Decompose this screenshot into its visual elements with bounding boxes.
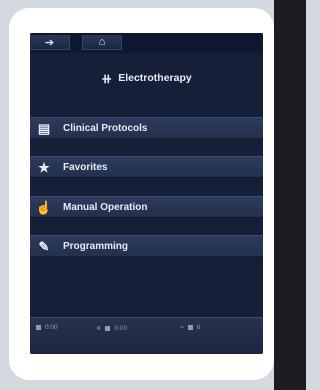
menu-item-favorites[interactable]: ★ Favorites	[30, 156, 263, 178]
channel-indicator-icon	[105, 325, 111, 331]
electrodes-icon: ⧺	[101, 70, 113, 86]
page-title: Electrotherapy	[118, 72, 192, 84]
app-screen: ➔ ⌂ ⧺ Electrotherapy ▤ Clinical Protocol…	[30, 33, 263, 354]
menu-item-programming[interactable]: ✎ Programming	[30, 235, 263, 257]
menu-item-label: Clinical Protocols	[63, 122, 148, 134]
star-icon: ★	[38, 159, 50, 175]
device-frame: ➔ ⌂ ⧺ Electrotherapy ▤ Clinical Protocol…	[9, 8, 274, 380]
channel-3-status[interactable]: ≈ 6	[180, 324, 200, 331]
channel-2-time: 0:00	[114, 324, 128, 332]
edit-document-icon: ✎	[38, 238, 50, 254]
ultrasound-icon: ≈	[180, 324, 184, 331]
back-button[interactable]: ➔	[30, 35, 70, 50]
channel-status-bar: 0:00 ⧺ 0:00 ≈ 6	[30, 317, 263, 354]
background-panel	[274, 0, 306, 390]
channel-1-time: 0:00	[45, 324, 58, 331]
menu-item-manual-operation[interactable]: ☝ Manual Operation	[30, 196, 263, 218]
back-arrow-icon: ➔	[44, 36, 55, 49]
menu-item-clinical-protocols[interactable]: ▤ Clinical Protocols	[30, 117, 263, 139]
top-navigation-bar: ➔ ⌂	[30, 33, 263, 53]
document-icon: ▤	[37, 120, 51, 136]
page-title-row: ⧺ Electrotherapy	[30, 67, 263, 89]
channel-2-status[interactable]: ⧺ 0:00	[96, 324, 128, 333]
hand-pointer-icon: ☝	[35, 199, 53, 215]
menu-item-label: Favorites	[63, 161, 108, 173]
menu-item-label: Programming	[63, 240, 129, 252]
channel-indicator-icon	[187, 325, 193, 330]
channel-indicator-icon	[36, 325, 41, 330]
channel-3-label: 6	[196, 324, 201, 331]
home-button[interactable]: ⌂	[82, 35, 122, 50]
channel-1-status[interactable]: 0:00	[36, 324, 58, 331]
menu-item-label: Manual Operation	[63, 201, 148, 213]
electrodes-icon: ⧺	[96, 325, 102, 332]
home-icon: ⌂	[98, 36, 106, 48]
